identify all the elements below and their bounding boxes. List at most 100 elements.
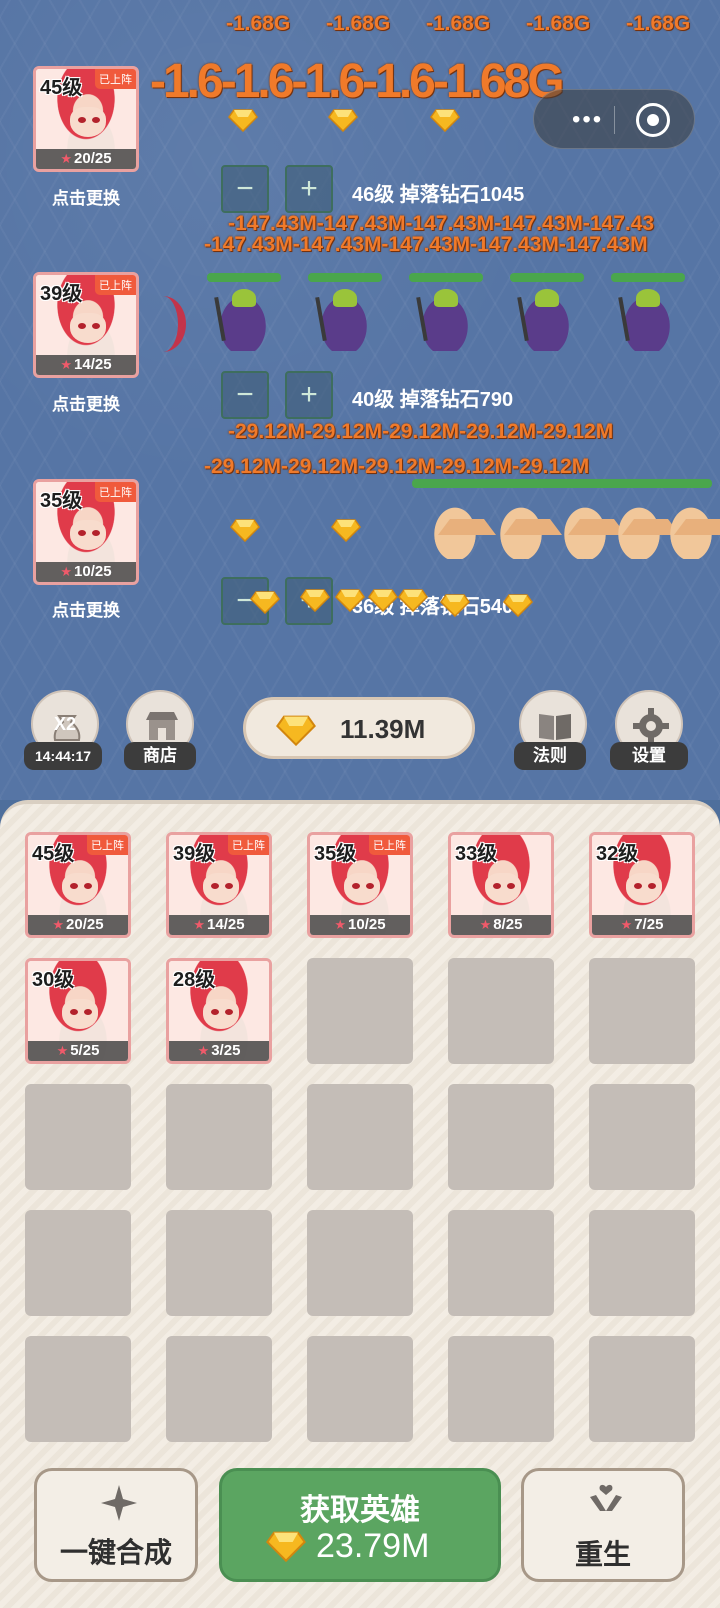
eggplant-enemy: [315, 289, 373, 351]
empty-slot[interactable]: [166, 1210, 272, 1316]
rules-label: 法则: [514, 742, 586, 770]
inventory-hero-card[interactable]: 45级 已上阵 ★ 20/25: [25, 832, 131, 938]
damage-number: -29.12M-29.12M-29.12M-29.12M-29.12M: [228, 420, 614, 443]
onstage-badge: 已上阵: [95, 69, 136, 89]
lane-drop-label: 46级 掉落钻石1045: [352, 184, 525, 206]
fox-enemy: [610, 497, 680, 559]
empty-slot[interactable]: [307, 1084, 413, 1190]
eggplant-enemy: [416, 289, 474, 351]
x2-label: X2: [53, 714, 77, 734]
fox-enemy: [426, 497, 496, 559]
star-icon: ★: [52, 917, 65, 932]
onstage-badge: 已上阵: [95, 275, 136, 295]
star-icon: ★: [334, 917, 347, 932]
empty-slot[interactable]: [166, 1084, 272, 1190]
empty-slot[interactable]: [448, 1210, 554, 1316]
inventory-hero-card[interactable]: 30级 ★ 5/25: [25, 958, 131, 1064]
diamond-drop-icon: [430, 108, 460, 133]
diamond-drop-icon: [503, 593, 533, 618]
damage-number: -147.43M-147.43M-147.43M-147.43M-147.43M: [204, 233, 648, 256]
battle-area: -1.68G -1.68G -1.68G -1.68G -1.68G -1.6-…: [0, 0, 720, 800]
shop-label: 商店: [124, 742, 196, 770]
empty-slot[interactable]: [448, 1084, 554, 1190]
inventory-hero-card[interactable]: 33级 ★ 8/25: [448, 832, 554, 938]
empty-slot[interactable]: [25, 1084, 131, 1190]
hero-level: 45级: [40, 77, 83, 99]
lane-decrease-button[interactable]: −: [221, 371, 269, 419]
empty-slot[interactable]: [307, 1336, 413, 1442]
onstage-badge: 已上阵: [228, 835, 269, 855]
diamond-icon: [266, 1529, 306, 1563]
close-target-icon[interactable]: [636, 103, 670, 137]
empty-slot[interactable]: [307, 958, 413, 1064]
damage-number: -1.68G: [326, 12, 391, 35]
hero-stars: 10/25: [74, 563, 112, 580]
empty-slot[interactable]: [448, 1336, 554, 1442]
inventory-hero-card[interactable]: 28级 ★ 3/25: [166, 958, 272, 1064]
lane-increase-button[interactable]: +: [285, 371, 333, 419]
gem-balance: 11.39M: [243, 697, 475, 759]
get-hero-label: 获取英雄: [300, 1494, 420, 1527]
get-hero-button[interactable]: 获取英雄 23.79M: [219, 1468, 501, 1582]
onstage-badge: 已上阵: [87, 835, 128, 855]
hero-level: 32级: [596, 843, 639, 865]
inventory-hero-card[interactable]: 39级 已上阵 ★ 14/25: [166, 832, 272, 938]
damage-number: -1.68G: [426, 12, 491, 35]
more-menu-button[interactable]: •••: [572, 106, 603, 134]
empty-slot[interactable]: [589, 958, 695, 1064]
empty-slot[interactable]: [166, 1336, 272, 1442]
auto-merge-button[interactable]: 一键合成: [34, 1468, 198, 1582]
swap-hero-link[interactable]: 点击更换: [31, 184, 141, 209]
lane-increase-button[interactable]: +: [285, 165, 333, 213]
lane-hero-card[interactable]: 45级 已上阵 ★ 20/25: [33, 66, 139, 172]
hero-level: 39级: [173, 843, 216, 865]
star-icon: ★: [479, 917, 492, 932]
eggplant-enemy: [618, 289, 676, 351]
enemy-hp-bar: [611, 273, 685, 282]
swap-hero-link[interactable]: 点击更换: [31, 390, 141, 415]
swap-hero-link[interactable]: 点击更换: [31, 596, 141, 621]
empty-slot[interactable]: [589, 1084, 695, 1190]
hero-stars: 14/25: [207, 916, 245, 933]
lane-hero-card[interactable]: 39级 已上阵 ★ 14/25: [33, 272, 139, 378]
diamond-drop-icon: [300, 588, 330, 613]
diamond-drop-icon: [230, 518, 260, 543]
lane-drop-label: 40级 掉落钻石790: [352, 389, 514, 411]
hero-stars: 20/25: [66, 916, 104, 933]
settings-label: 设置: [610, 742, 688, 770]
empty-slot[interactable]: [25, 1336, 131, 1442]
diamond-drop-icon: [368, 588, 398, 613]
empty-slot[interactable]: [307, 1210, 413, 1316]
hero-level: 33级: [455, 843, 498, 865]
hero-stars: 10/25: [348, 916, 386, 933]
inventory-hero-card[interactable]: 32级 ★ 7/25: [589, 832, 695, 938]
slash-effect: [140, 296, 186, 352]
rebirth-button[interactable]: 重生: [521, 1468, 685, 1582]
empty-slot[interactable]: [589, 1336, 695, 1442]
star-icon: ★: [193, 917, 206, 932]
hero-stars: 7/25: [634, 916, 664, 933]
hero-level: 35级: [40, 490, 83, 512]
eggplant-enemy: [214, 289, 272, 351]
inventory-hero-card[interactable]: 35级 已上阵 ★ 10/25: [307, 832, 413, 938]
hero-level: 30级: [32, 969, 75, 991]
hero-stars: 20/25: [74, 150, 112, 167]
diamond-drop-icon: [331, 518, 361, 543]
damage-number: -29.12M-29.12M-29.12M-29.12M-29.12M: [204, 455, 590, 478]
empty-slot[interactable]: [589, 1210, 695, 1316]
lane-decrease-button[interactable]: −: [221, 165, 269, 213]
onstage-badge: 已上阵: [369, 835, 410, 855]
lane-hero-card[interactable]: 35级 已上阵 ★ 10/25: [33, 479, 139, 585]
auto-merge-label: 一键合成: [59, 1537, 172, 1568]
miniprogram-capsule: •••: [533, 89, 695, 149]
empty-slot[interactable]: [25, 1210, 131, 1316]
fox-enemy: [556, 497, 626, 559]
hero-stars: 3/25: [211, 1042, 241, 1059]
diamond-icon: [276, 715, 316, 746]
sparkle-icon: [101, 1485, 137, 1521]
onstage-badge: 已上阵: [95, 482, 136, 502]
damage-number: -1.68G: [526, 12, 591, 35]
boost-timer: 14:44:17: [24, 742, 102, 770]
empty-slot[interactable]: [448, 958, 554, 1064]
fox-enemy: [662, 497, 720, 559]
